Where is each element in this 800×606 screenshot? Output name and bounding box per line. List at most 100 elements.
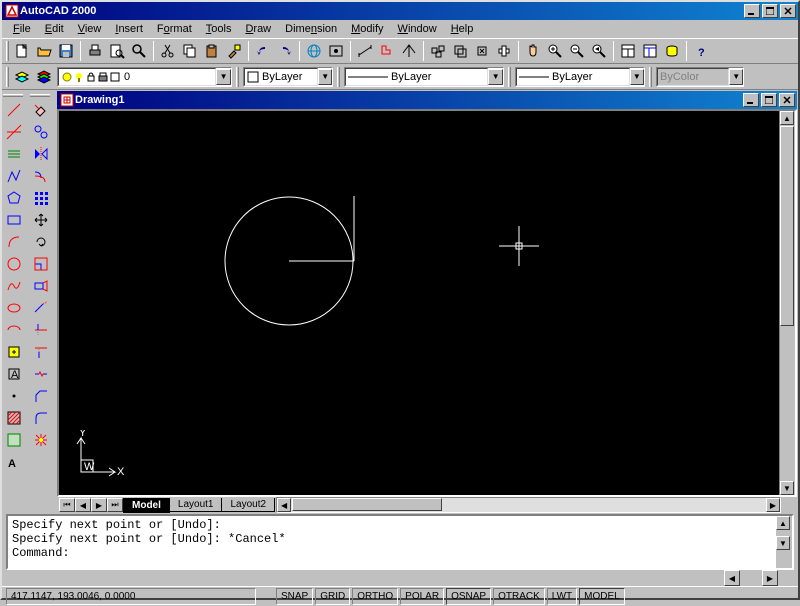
menu-modify[interactable]: Modify xyxy=(344,21,390,37)
match-properties-button[interactable] xyxy=(223,40,245,62)
design-center-button[interactable] xyxy=(639,40,661,62)
paste-button[interactable] xyxy=(201,40,223,62)
zoom-window-button[interactable] xyxy=(566,40,588,62)
layers-button[interactable] xyxy=(33,66,55,88)
find-button[interactable] xyxy=(128,40,150,62)
multiline-button[interactable] xyxy=(3,143,25,165)
zoom-button[interactable] xyxy=(544,40,566,62)
arc-button[interactable] xyxy=(3,231,25,253)
scale-button[interactable] xyxy=(30,253,52,275)
mirror-button[interactable] xyxy=(30,143,52,165)
properties-button[interactable] xyxy=(617,40,639,62)
distance-button[interactable] xyxy=(354,40,376,62)
copy-object-button[interactable] xyxy=(30,121,52,143)
point-button[interactable] xyxy=(3,385,25,407)
named-views-button[interactable] xyxy=(427,40,449,62)
polyline-button[interactable] xyxy=(3,165,25,187)
status-otrack[interactable]: OTRACK xyxy=(493,588,545,605)
status-ortho[interactable]: ORTHO xyxy=(352,588,398,605)
maximize-button[interactable] xyxy=(762,4,778,18)
tab-model[interactable]: Model xyxy=(123,498,170,513)
undo-button[interactable] xyxy=(252,40,274,62)
array-button[interactable] xyxy=(30,187,52,209)
lineweight-combo[interactable]: ByLayer ▼ xyxy=(515,67,645,87)
minimize-button[interactable] xyxy=(744,4,760,18)
tab-nav-prev[interactable]: ◀ xyxy=(75,498,91,512)
menu-view[interactable]: View xyxy=(71,21,109,37)
zoom-realtime-button[interactable] xyxy=(493,40,515,62)
polygon-button[interactable] xyxy=(3,187,25,209)
break-button[interactable] xyxy=(30,363,52,385)
region-button[interactable] xyxy=(3,429,25,451)
plotstyle-combo[interactable]: ByColor ▼ xyxy=(656,67,744,87)
redraw-button[interactable] xyxy=(376,40,398,62)
save-button[interactable] xyxy=(55,40,77,62)
pan-realtime-button[interactable] xyxy=(471,40,493,62)
status-grid[interactable]: GRID xyxy=(315,588,350,605)
menu-help[interactable]: Help xyxy=(444,21,481,37)
trim-button[interactable] xyxy=(30,319,52,341)
linetype-combo[interactable]: ByLayer ▼ xyxy=(344,67,504,87)
text-button[interactable]: A xyxy=(3,451,25,473)
hatch-button[interactable] xyxy=(3,407,25,429)
tab-nav-first[interactable]: ⏮ xyxy=(59,498,75,512)
menu-insert[interactable]: Insert xyxy=(108,21,150,37)
command-window[interactable]: Specify next point or [Undo]: Specify ne… xyxy=(6,514,794,570)
fillet-button[interactable] xyxy=(30,407,52,429)
zoom-previous-button[interactable] xyxy=(588,40,610,62)
status-model[interactable]: MODEL xyxy=(579,588,625,605)
print-preview-button[interactable] xyxy=(106,40,128,62)
tab-nav-last[interactable]: ⏭ xyxy=(107,498,123,512)
print-button[interactable] xyxy=(84,40,106,62)
menu-file[interactable]: File xyxy=(6,21,38,37)
explode-button[interactable] xyxy=(30,429,52,451)
drawing-maximize-button[interactable] xyxy=(761,93,777,107)
drawing-close-button[interactable] xyxy=(779,93,795,107)
temporary-tracking-button[interactable] xyxy=(325,40,347,62)
menu-dimension[interactable]: Dimension xyxy=(278,21,344,37)
stretch-button[interactable] xyxy=(30,275,52,297)
cut-button[interactable] xyxy=(157,40,179,62)
make-block-button[interactable]: A xyxy=(3,363,25,385)
move-button[interactable] xyxy=(30,209,52,231)
spline-button[interactable] xyxy=(3,275,25,297)
status-lwt[interactable]: LWT xyxy=(547,588,577,605)
ellipse-button[interactable] xyxy=(3,297,25,319)
insert-block-button[interactable] xyxy=(3,341,25,363)
vertical-scrollbar[interactable]: ▲ ▼ xyxy=(779,111,795,495)
new-button[interactable] xyxy=(11,40,33,62)
menu-window[interactable]: Window xyxy=(391,21,444,37)
menu-draw[interactable]: Draw xyxy=(238,21,278,37)
open-button[interactable] xyxy=(33,40,55,62)
copy-button[interactable] xyxy=(179,40,201,62)
line-button[interactable] xyxy=(3,99,25,121)
drawing-minimize-button[interactable] xyxy=(743,93,759,107)
status-snap[interactable]: SNAP xyxy=(276,588,313,605)
menu-format[interactable]: Format xyxy=(150,21,199,37)
status-coordinates[interactable]: 417.1147, 193.0046, 0.0000 xyxy=(6,588,256,605)
horizontal-scrollbar[interactable]: ◀ ▶ xyxy=(276,497,781,513)
help-button[interactable]: ? xyxy=(690,40,712,62)
chamfer-button[interactable] xyxy=(30,385,52,407)
construction-line-button[interactable] xyxy=(3,121,25,143)
menu-edit[interactable]: Edit xyxy=(38,21,71,37)
lengthen-button[interactable] xyxy=(30,297,52,319)
rectangle-button[interactable] xyxy=(3,209,25,231)
drawing-canvas[interactable]: Y X W xyxy=(59,111,779,495)
dbconnect-button[interactable] xyxy=(661,40,683,62)
tab-layout2[interactable]: Layout2 xyxy=(221,498,275,512)
extend-button[interactable] xyxy=(30,341,52,363)
command-vscroll[interactable]: ▲ ▼ xyxy=(776,516,792,568)
layer-combo[interactable]: 0 ▼ xyxy=(57,67,232,87)
make-layer-current-button[interactable] xyxy=(11,66,33,88)
ellipse-arc-button[interactable] xyxy=(3,319,25,341)
rotate-button[interactable] xyxy=(30,231,52,253)
tab-layout1[interactable]: Layout1 xyxy=(169,498,223,512)
pan-button[interactable] xyxy=(522,40,544,62)
erase-button[interactable] xyxy=(30,99,52,121)
3d-orbit-button[interactable] xyxy=(449,40,471,62)
tab-nav-next[interactable]: ▶ xyxy=(91,498,107,512)
offset-button[interactable] xyxy=(30,165,52,187)
status-polar[interactable]: POLAR xyxy=(400,588,444,605)
status-osnap[interactable]: OSNAP xyxy=(446,588,491,605)
